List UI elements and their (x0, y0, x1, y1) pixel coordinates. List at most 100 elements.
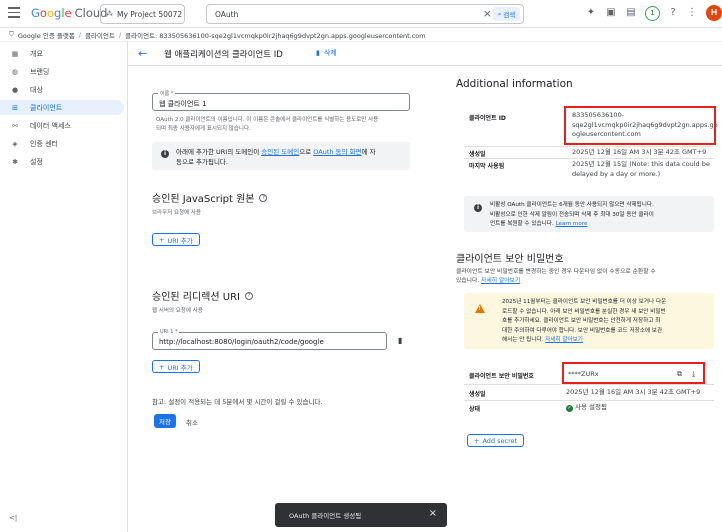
warning-learn-more-link[interactable]: 자세히 알아보기 (545, 337, 583, 343)
secret-created-label: 생성일 (469, 391, 486, 398)
shield-icon: ⛉ (9, 30, 14, 38)
consent-screen-link[interactable]: OAuth 동의 화면 (313, 148, 361, 156)
google-cloud-logo[interactable]: Google Cloud (31, 6, 107, 20)
sidebar-item-label: 설정 (30, 157, 43, 166)
clear-search-icon[interactable]: × (483, 7, 492, 20)
add-uri-label: URI 추가 (167, 363, 193, 372)
grid-icon: ▦ (11, 49, 19, 58)
check-circle-icon: ✓ (566, 405, 573, 412)
gemini-icon[interactable]: ✦ (584, 6, 598, 20)
created-value: 2025년 12월 16일 AM 3시 3분 42초 GMT+9 (572, 148, 707, 156)
js-origins-title: 승인된 JavaScript 원본 ? (152, 190, 268, 205)
plus-icon: + (474, 436, 480, 445)
search-button-label: 검색 (503, 11, 516, 19)
warning-icon: ! (475, 304, 485, 313)
secret-learn-more-link[interactable]: 자세히 알아보기 (481, 278, 520, 284)
key-icon: ⊞ (12, 103, 18, 112)
gift-icon[interactable]: ▣ (604, 6, 618, 20)
status-label: 상태 (469, 406, 481, 413)
additional-info-title: Additional information (456, 78, 573, 90)
last-used-label: 마지막 사용됨 (469, 163, 505, 170)
terminal-icon[interactable]: ▤ (624, 6, 638, 20)
menu-icon[interactable] (8, 7, 20, 19)
more-vert-icon[interactable]: ⋮ (685, 6, 699, 20)
breadcrumb-item: 클라이언트: 833505636100-sqe2gl1vcmqkp0ir2jha… (125, 31, 426, 40)
collapse-sidebar-icon[interactable]: <| (9, 514, 17, 522)
help-icon[interactable]: ? (244, 291, 253, 300)
uri-field-value: http://localhost:8080/login/oauth2/code/… (159, 338, 324, 346)
sidebar-item-data-access[interactable]: ⚯ 데이터 액세스 (0, 118, 128, 133)
avatar[interactable]: H (706, 5, 722, 21)
help-icon[interactable]: ? (259, 193, 268, 202)
secret-created-value: 2025년 12월 16일 AM 3시 3분 42초 GMT+9 (566, 388, 701, 396)
sidebar-item-verification-center[interactable]: ◈ 인증 센터 (0, 136, 128, 151)
settings-note: 참고: 설정이 적용되는 데 5분에서 몇 시간이 걸릴 수 있습니다. (152, 398, 323, 406)
notification-badge[interactable]: 1 (645, 6, 660, 21)
project-selector[interactable]: ⁂ My Project 50072 (100, 4, 185, 24)
sidebar: ▦ 개요 ◍ 브랜딩 ● 대상 ⊞ 클라이언트 ⚯ 데이터 액세스 ◈ 인증 센터 ✱ 설정 … (0, 42, 128, 532)
add-secret-button[interactable]: + Add secret (467, 434, 525, 447)
learn-more-link[interactable]: Learn more (556, 221, 588, 227)
shield-icon: ◈ (12, 139, 18, 148)
top-bar: Google Cloud ⁂ My Project 50072 OAuth × ⌕… (0, 0, 722, 28)
sidebar-item-label: 대상 (30, 85, 43, 94)
divider (464, 158, 714, 159)
domain-notice: i 아래에 추가한 URI의 도메인이 승인된 도메인으로 OAuth 동의 화… (152, 142, 410, 170)
client-secret-highlight (562, 362, 705, 384)
divider (464, 384, 714, 385)
last-used-value: 2025년 12월 15일 (Note: this data could be … (572, 160, 710, 178)
data-icon: ⚯ (12, 121, 18, 130)
uri-field-label: URI 1 * (158, 329, 180, 335)
breadcrumb: ⛉ Google 인증 플랫폼 / 클라이언트 / 클라이언트: 8335056… (0, 28, 722, 42)
delete-button[interactable]: ▮ 삭제 (316, 48, 337, 58)
divider (464, 146, 714, 147)
main-content: ← 웹 애플리케이션의 클라이언트 ID ▮ 삭제 이름 * 웹 클라이언트 1… (128, 42, 722, 532)
info-icon: i (474, 204, 482, 212)
sidebar-item-label: 인증 센터 (30, 139, 58, 148)
add-redirect-uri-button[interactable]: + URI 추가 (152, 360, 200, 373)
palette-icon: ◍ (11, 67, 19, 76)
created-label: 생성일 (469, 151, 486, 158)
sidebar-item-audience[interactable]: ● 대상 (0, 82, 128, 97)
search-value: OAuth (215, 9, 239, 19)
project-name: My Project 50072 (117, 9, 183, 19)
delete-uri-icon[interactable]: ▮ (398, 336, 402, 345)
add-js-uri-button[interactable]: + URI 추가 (152, 233, 200, 246)
name-field-label: 이름 * (158, 90, 176, 97)
sidebar-item-label: 클라이언트 (30, 103, 63, 112)
breadcrumb-item[interactable]: Google 인증 플랫폼 (18, 30, 75, 40)
toast-message: OAuth 클라이언트 생성됨 (289, 512, 362, 520)
sidebar-item-label: 개요 (30, 49, 43, 58)
client-id-highlight (564, 106, 716, 145)
search-input[interactable]: OAuth × ⌕ 검색 (206, 4, 524, 24)
client-secret-title: 클라이언트 보안 비밀번호 (456, 254, 564, 265)
sidebar-item-settings[interactable]: ✱ 설정 (0, 154, 128, 169)
sidebar-item-overview[interactable]: ▦ 개요 (0, 46, 128, 61)
project-icon: ⁂ (106, 10, 113, 18)
close-icon[interactable]: × (429, 508, 437, 519)
add-uri-label: URI 추가 (167, 236, 193, 245)
sidebar-item-label: 데이터 액세스 (30, 121, 71, 130)
cancel-button[interactable]: 취소 (186, 417, 198, 427)
back-arrow-icon[interactable]: ← (138, 47, 147, 60)
authorized-domains-link[interactable]: 승인된 도메인 (261, 148, 299, 156)
divider (464, 400, 714, 401)
name-field[interactable]: 이름 * 웹 클라이언트 1 (152, 90, 410, 111)
add-secret-label: Add secret (482, 436, 518, 445)
search-icon: ⌕ (497, 9, 502, 18)
breadcrumb-item[interactable]: 클라이언트 (85, 30, 115, 40)
inactive-client-notice: i 비활성 OAuth 클라이언트는 6개월 동안 사용되지 않으면 삭제됩니다… (464, 196, 714, 232)
name-helper-text: OAuth 2.0 클라이언트의 이름입니다. 이 이름은 콘솔에서 클라이언트… (156, 117, 379, 132)
save-button[interactable]: 저장 (154, 414, 176, 428)
client-secret-label: 클라이언트 보안 비밀번호 (469, 373, 534, 380)
redirect-uri-field[interactable]: URI 1 * http://localhost:8080/login/oaut… (152, 329, 387, 350)
sidebar-item-clients[interactable]: ⊞ 클라이언트 (0, 100, 124, 115)
plus-icon: + (159, 235, 165, 244)
sidebar-item-branding[interactable]: ◍ 브랜딩 (0, 64, 128, 79)
help-icon[interactable]: ? (666, 6, 680, 20)
redirect-uris-subtitle: 웹 서버의 요청에 사용 (152, 308, 203, 314)
client-secret-description: 클라이언트 보안 비밀번호를 변경하는 중인 경우 다운타임 없이 수동으로 순… (456, 269, 656, 284)
status-value: ✓ 사용 설정됨 (566, 403, 607, 412)
search-button[interactable]: ⌕ 검색 (493, 7, 520, 21)
js-origins-subtitle: 브라우저 요청에 사용 (152, 210, 202, 216)
